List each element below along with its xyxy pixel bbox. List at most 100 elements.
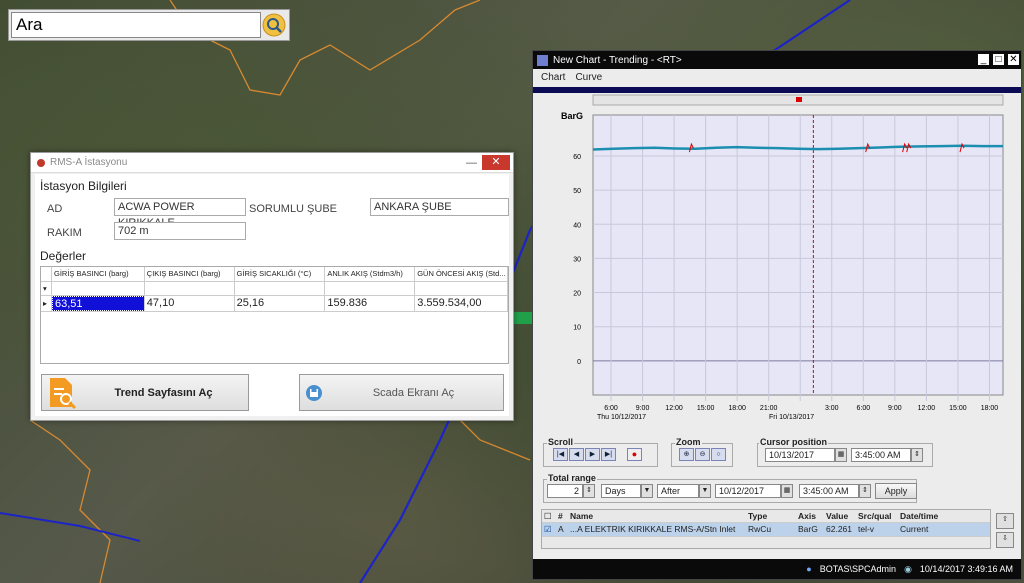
row-checkbox[interactable]: ☑: [542, 523, 556, 536]
grid-header: GİRİŞ BASINCI (barg) ÇIKIŞ BASINCI (barg…: [41, 267, 508, 282]
sube-field[interactable]: ANKARA ŞUBE: [370, 198, 509, 216]
range-value-input[interactable]: 2: [547, 484, 583, 498]
scroll-last-button[interactable]: ▶|: [601, 448, 616, 461]
grid-cell: 62.261: [826, 524, 852, 534]
filter-cell[interactable]: [52, 282, 145, 295]
calendar-icon[interactable]: ▦: [781, 484, 793, 498]
scada-button-label: Scada Ekranı Aç: [372, 386, 455, 399]
grid-corner: [41, 267, 52, 281]
time-spin-icon[interactable]: ⇕: [859, 484, 871, 498]
filter-cell[interactable]: [235, 282, 326, 295]
grid-cell: ...A ELEKTRIK KIRIKKALE RMS-A/Stn Inlet: [570, 524, 736, 534]
plot-area: [592, 114, 1004, 396]
record-button[interactable]: ●: [627, 448, 642, 461]
grid-cell[interactable]: 3.559.534,00: [415, 296, 508, 311]
close-button[interactable]: ✕: [482, 155, 510, 170]
filter-cell[interactable]: [145, 282, 235, 295]
maximize-button[interactable]: □: [993, 54, 1004, 65]
ad-field[interactable]: ACWA POWER KIRIKKALE: [114, 198, 246, 229]
x-tick-label: 3:00: [825, 405, 839, 412]
zoom-reset-icon[interactable]: ○: [711, 448, 726, 461]
grid-cell: BarG: [798, 524, 818, 534]
apply-button[interactable]: Apply: [875, 483, 917, 499]
status-time: 10/14/2017 3:49:16 AM: [919, 564, 1013, 574]
filter-cell[interactable]: [325, 282, 416, 295]
scada-button[interactable]: Scada Ekranı Aç: [299, 374, 504, 411]
search-input[interactable]: [11, 12, 261, 38]
time-spin-icon[interactable]: ⇕: [911, 448, 923, 462]
column-header[interactable]: GİRİŞ SICAKLIĞI (°C): [235, 267, 326, 281]
rakim-field[interactable]: 702 m: [114, 222, 246, 240]
scroll-next-button[interactable]: ▶: [585, 448, 600, 461]
column-header[interactable]: GÜN ÖNCESİ AKIŞ (Std...: [415, 267, 508, 281]
close-button[interactable]: ✕: [1008, 54, 1019, 65]
table-row[interactable]: ☑ A ...A ELEKTRIK KIRIKKALE RMS-A/Stn In…: [542, 523, 990, 536]
zoom-in-icon[interactable]: ⊕: [679, 448, 694, 461]
cursor-date-input[interactable]: 10/13/2017: [765, 448, 835, 462]
grid-cell: A: [558, 524, 564, 534]
column-header[interactable]: ANLIK AKIŞ (Stdm3/h): [325, 267, 416, 281]
grid-cell[interactable]: 47,10: [145, 296, 235, 311]
grid-cell[interactable]: 25,16: [235, 296, 326, 311]
column-header[interactable]: Type: [746, 510, 796, 522]
x-tick-label: 9:00: [888, 405, 902, 412]
menu-curve[interactable]: Curve: [575, 72, 602, 83]
minimize-button[interactable]: —: [466, 157, 477, 169]
minimize-button[interactable]: _: [978, 54, 989, 65]
select-all-checkbox[interactable]: ☐: [542, 510, 556, 522]
y-tick-label: 20: [573, 291, 581, 298]
filter-icon[interactable]: ▾: [41, 282, 52, 295]
column-header[interactable]: ÇIKIŞ BASINCI (barg): [145, 267, 235, 281]
range-spin-icon[interactable]: ⇕: [583, 484, 595, 498]
range-date-input[interactable]: 10/12/2017: [715, 484, 781, 498]
range-mode-select[interactable]: After: [657, 484, 699, 498]
trend-page-button[interactable]: Trend Sayfasını Aç: [41, 374, 249, 411]
search-button[interactable]: [260, 12, 287, 38]
scroll-prev-button[interactable]: ◀: [569, 448, 584, 461]
trend-chart[interactable]: BarG 60 50 40 30 20 10 0 6:00 9:00 12:00 15:00 18:…: [533, 93, 1021, 423]
y-tick-label: 0: [577, 359, 581, 366]
values-grid: GİRİŞ BASINCI (barg) ÇIKIŞ BASINCI (barg…: [40, 266, 509, 364]
grid-cell[interactable]: 159.836: [325, 296, 416, 311]
calendar-icon[interactable]: ▦: [835, 448, 847, 462]
rakim-label: RAKIM: [47, 227, 82, 239]
column-header[interactable]: #: [556, 510, 568, 522]
x-tick-label: 15:00: [697, 405, 715, 412]
status-user: BOTAS\SPCAdmin: [819, 564, 897, 574]
grid-cell: RwCu: [748, 524, 772, 534]
station-body: İstasyon Bilgileri AD ACWA POWER KIRIKKA…: [35, 174, 509, 416]
grid-cell: tel-v: [858, 524, 875, 534]
column-header[interactable]: Value: [824, 510, 856, 522]
chevron-down-icon[interactable]: ▼: [699, 484, 711, 498]
column-header[interactable]: GİRİŞ BASINCI (barg): [52, 267, 145, 281]
cursor-label: Cursor position: [759, 437, 828, 447]
total-range-label: Total range: [547, 473, 597, 483]
trend-window: New Chart - Trending - <RT> _ □ ✕ Chart …: [532, 50, 1022, 580]
filter-cell[interactable]: [415, 282, 508, 295]
column-header[interactable]: Src/qual: [856, 510, 898, 522]
scroll-first-button[interactable]: |◀: [553, 448, 568, 461]
slider-marker[interactable]: [796, 97, 802, 102]
grid-cell[interactable]: 63,51: [51, 296, 145, 311]
row-indicator-icon: ▸: [41, 296, 52, 311]
move-up-icon[interactable]: ⇧: [996, 513, 1014, 529]
ad-label: AD: [47, 203, 63, 215]
trend-titlebar[interactable]: New Chart - Trending - <RT> _ □ ✕: [533, 51, 1021, 69]
range-unit-select[interactable]: Days: [601, 484, 641, 498]
horizontal-scrollbar[interactable]: [542, 536, 990, 548]
column-header[interactable]: Name: [568, 510, 746, 522]
cursor-time-input[interactable]: 3:45:00 AM: [851, 448, 911, 462]
menu-chart[interactable]: Chart: [541, 72, 565, 83]
range-time-input[interactable]: 3:45:00 AM: [799, 484, 859, 498]
save-icon: [306, 384, 322, 401]
move-down-icon[interactable]: ⇩: [996, 532, 1014, 548]
station-titlebar[interactable]: RMS-A İstasyonu — ✕: [31, 153, 513, 173]
zoom-out-icon[interactable]: ⊖: [695, 448, 710, 461]
filter-row: ▾: [41, 282, 508, 296]
x-tick-label: 6:00: [604, 405, 618, 412]
column-header[interactable]: Axis: [796, 510, 824, 522]
chart-icon: [537, 54, 548, 66]
chevron-down-icon[interactable]: ▼: [641, 484, 653, 498]
table-row[interactable]: ▸ 63,51 47,10 25,16 159.836 3.559.534,00: [41, 296, 508, 312]
column-header[interactable]: Date/time: [898, 510, 988, 522]
